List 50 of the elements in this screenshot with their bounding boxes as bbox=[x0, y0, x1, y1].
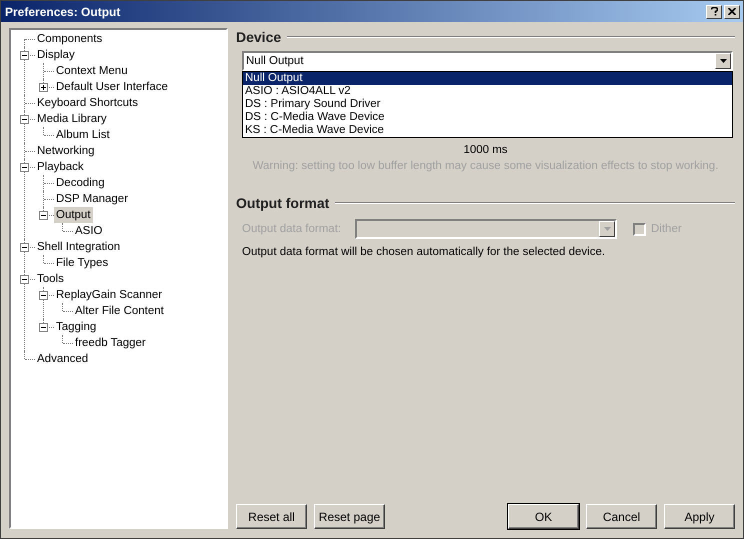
collapse-icon[interactable] bbox=[20, 162, 29, 172]
dialog-button[interactable]: Reset all bbox=[236, 504, 307, 529]
tree-item[interactable]: Networking bbox=[35, 143, 97, 159]
window-title: Preferences: Output bbox=[5, 4, 122, 18]
tree-item[interactable]: Alter File Content bbox=[73, 303, 166, 319]
section-heading: Device bbox=[236, 29, 282, 45]
tree-item[interactable]: Advanced bbox=[35, 351, 90, 367]
tree-item[interactable]: ASIO bbox=[73, 223, 104, 239]
tree-item[interactable]: Album List bbox=[54, 127, 112, 143]
dropdown-option[interactable]: DS : C-Media Wave Device bbox=[243, 111, 732, 124]
dropdown-option[interactable]: Null Output bbox=[243, 72, 732, 85]
tree-item[interactable]: Shell Integration bbox=[35, 239, 122, 255]
tree-item[interactable]: Components bbox=[35, 31, 104, 47]
dialog-button[interactable]: OK bbox=[508, 504, 579, 529]
tree-item[interactable]: DSP Manager bbox=[54, 191, 130, 207]
dropdown-option[interactable]: KS : C-Media Wave Device bbox=[243, 124, 732, 137]
dropdown-option[interactable]: DS : Primary Sound Driver bbox=[243, 98, 732, 111]
dialog-button[interactable]: Apply bbox=[664, 504, 735, 529]
device-dropdown[interactable]: Null Output bbox=[242, 51, 733, 71]
tree-item[interactable]: Keyboard Shortcuts bbox=[35, 95, 140, 111]
tree-item[interactable]: Tools bbox=[35, 271, 66, 287]
tree-item[interactable]: ReplayGain Scanner bbox=[54, 287, 164, 303]
info-text: Output data format will be chosen automatically for the selected device. bbox=[242, 246, 606, 258]
tree-item[interactable]: Playback bbox=[35, 159, 86, 175]
collapse-icon[interactable] bbox=[39, 290, 48, 300]
tree-item[interactable]: Display bbox=[35, 47, 77, 63]
collapse-icon[interactable] bbox=[39, 210, 48, 220]
dropdown-option[interactable]: ASIO : ASIO4ALL v2 bbox=[243, 85, 732, 98]
collapse-icon[interactable] bbox=[20, 242, 29, 252]
section-heading: Output format bbox=[236, 195, 330, 211]
tree-item[interactable]: Context Menu bbox=[54, 63, 130, 79]
collapse-icon[interactable] bbox=[39, 322, 48, 332]
dialog-button[interactable]: Cancel bbox=[586, 504, 657, 529]
tree-item[interactable]: Output bbox=[54, 207, 93, 223]
tree-item[interactable]: Default User Interface bbox=[54, 79, 170, 95]
close-button[interactable] bbox=[724, 4, 740, 18]
tree-item[interactable]: File Types bbox=[54, 255, 110, 271]
collapse-icon[interactable] bbox=[20, 114, 29, 124]
help-icon bbox=[710, 7, 718, 16]
help-button[interactable] bbox=[706, 4, 722, 18]
tree-item[interactable]: Media Library bbox=[35, 111, 109, 127]
tree-item[interactable]: Decoding bbox=[54, 175, 107, 191]
close-icon bbox=[728, 8, 736, 15]
collapse-icon[interactable] bbox=[20, 50, 29, 60]
dialog-button[interactable]: Reset page bbox=[314, 504, 385, 529]
expand-icon[interactable] bbox=[39, 82, 48, 92]
tree-item[interactable]: Tagging bbox=[54, 319, 98, 335]
buffer-reading: 1000 ms bbox=[462, 144, 509, 156]
tree-item[interactable]: freedb Tagger bbox=[73, 335, 148, 351]
collapse-icon[interactable] bbox=[20, 274, 29, 284]
